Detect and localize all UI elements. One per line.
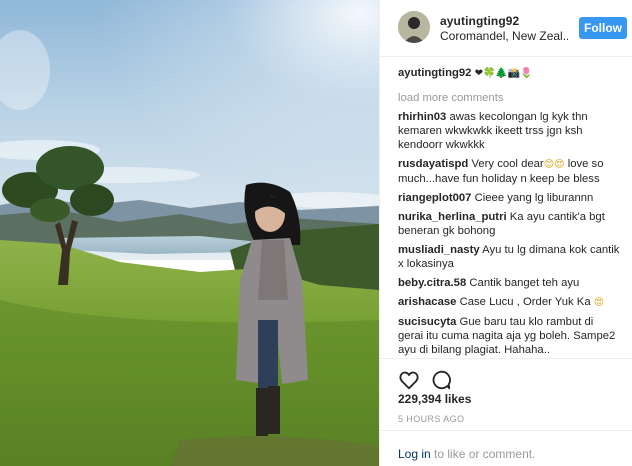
- heart-icon[interactable]: [398, 369, 420, 391]
- likes-count[interactable]: 229,394 likes: [398, 392, 471, 406]
- comment-item: nurika_herlina_putri Ka ayu cantik'a bgt…: [398, 210, 620, 238]
- post-side-panel: ayutingting92 Coromandel, New Zeal... Fo…: [379, 0, 632, 466]
- comment-username[interactable]: rusdayatispd: [398, 158, 468, 170]
- comment-item: rhirhin03 awas kecolongan lg kyk thn kem…: [398, 110, 620, 152]
- comment-item: riangeplot007 Cieee yang lg liburannn: [398, 191, 620, 205]
- comment-username[interactable]: sucisucyta: [398, 316, 456, 328]
- post-caption: ayutingting92 ❤🍀🌲📸🌷: [398, 66, 620, 81]
- landscape-portrait-image: [0, 0, 379, 466]
- post-photo[interactable]: [0, 0, 379, 466]
- login-link[interactable]: Log in: [398, 447, 431, 461]
- header-location[interactable]: Coromandel, New Zeal...: [440, 29, 568, 43]
- comment-text: Cieee yang lg liburannn: [474, 192, 594, 204]
- follow-button[interactable]: Follow: [579, 17, 627, 39]
- caption-username[interactable]: ayutingting92: [398, 67, 471, 79]
- comment-text: Case Lucu , Order Yuk Ka: [459, 296, 591, 308]
- comment-item: arishacase Case Lucu , Order Yuk Ka 😍: [398, 295, 620, 310]
- load-more-comments-link[interactable]: load more comments: [398, 91, 620, 105]
- comment-emoji: 😍: [593, 297, 605, 308]
- post-header: ayutingting92 Coromandel, New Zeal... Fo…: [380, 0, 632, 57]
- comment-item: rusdayatispd Very cool dear😊😍 love so mu…: [398, 157, 620, 186]
- comment-username[interactable]: riangeplot007: [398, 192, 471, 204]
- comment-item: musliadi_nasty Ayu tu lg dimana kok cant…: [398, 243, 620, 271]
- comment-text: Very cool dear: [471, 158, 544, 170]
- login-prompt: Log in to like or comment.: [380, 430, 632, 466]
- comment-username[interactable]: beby.citra.58: [398, 277, 466, 289]
- login-prompt-text: Log in to like or comment.: [398, 447, 535, 461]
- comment-bubble-icon[interactable]: [430, 369, 452, 391]
- comment-emoji: 😊😍: [543, 159, 565, 170]
- login-prompt-rest: to like or comment.: [434, 447, 536, 461]
- comment-item: beby.citra.58 Cantik banget teh ayu: [398, 276, 620, 290]
- avatar[interactable]: [398, 11, 430, 43]
- caption-emojis: ❤🍀🌲📸🌷: [474, 68, 533, 79]
- post-timestamp[interactable]: 5 HOURS AGO: [398, 414, 464, 424]
- avatar-image: [398, 11, 430, 43]
- comment-text: Cantik banget teh ayu: [469, 277, 580, 289]
- header-username[interactable]: ayutingting92: [440, 14, 519, 28]
- comment-item: sucisucyta Gue baru tau klo rambut di ge…: [398, 315, 620, 357]
- comment-username[interactable]: arishacase: [398, 296, 456, 308]
- comment-username[interactable]: rhirhin03: [398, 111, 446, 123]
- comment-username[interactable]: musliadi_nasty: [398, 244, 480, 256]
- comment-username[interactable]: nurika_herlina_putri: [398, 211, 507, 223]
- comments-list[interactable]: ayutingting92 ❤🍀🌲📸🌷 load more comments r…: [398, 66, 620, 358]
